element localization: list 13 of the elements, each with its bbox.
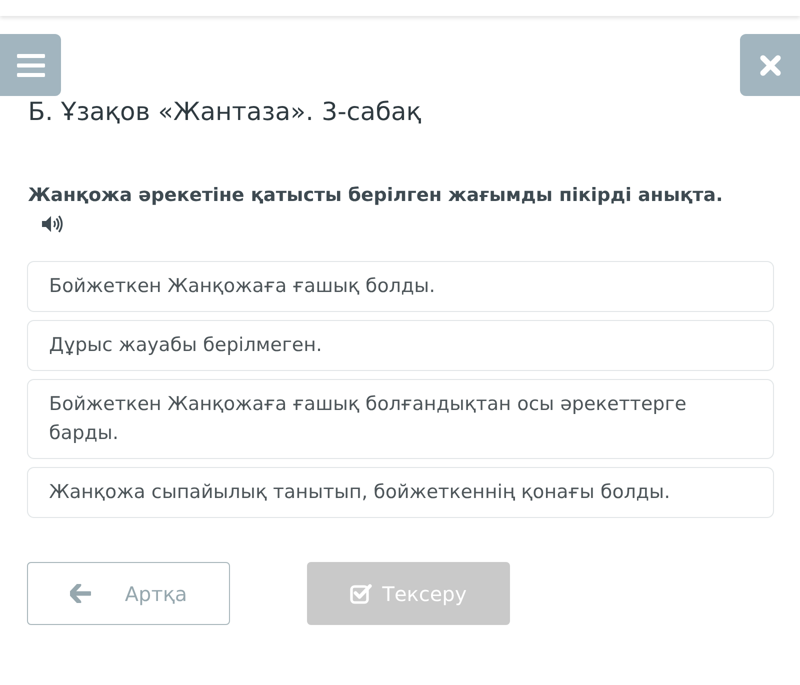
checkbox-icon (350, 583, 372, 604)
answer-option[interactable]: Дұрыс жауабы берілмеген. (27, 320, 774, 371)
speaker-icon[interactable] (42, 215, 63, 233)
menu-button[interactable] (0, 34, 61, 96)
left-arrow-icon (70, 584, 91, 603)
question-text: Жанқожа әрекетіне қатысты берілген жағымды пікірді анықта. (28, 184, 724, 208)
lesson-title: Б. Ұзақов «Жантаза». 3-сабақ (28, 96, 422, 128)
answer-option[interactable]: Бойжеткен Жанқожаға ғашық болғандықтан осы әрекеттерге барды. (27, 379, 774, 459)
close-button[interactable] (740, 34, 800, 96)
answer-option[interactable]: Бойжеткен Жанқожаға ғашық болды. (27, 261, 774, 312)
menu-icon (16, 54, 44, 76)
answer-option[interactable]: Жанқожа сыпайылық танытып, бойжеткеннің қонағы болды. (27, 467, 774, 518)
close-icon (760, 54, 780, 76)
